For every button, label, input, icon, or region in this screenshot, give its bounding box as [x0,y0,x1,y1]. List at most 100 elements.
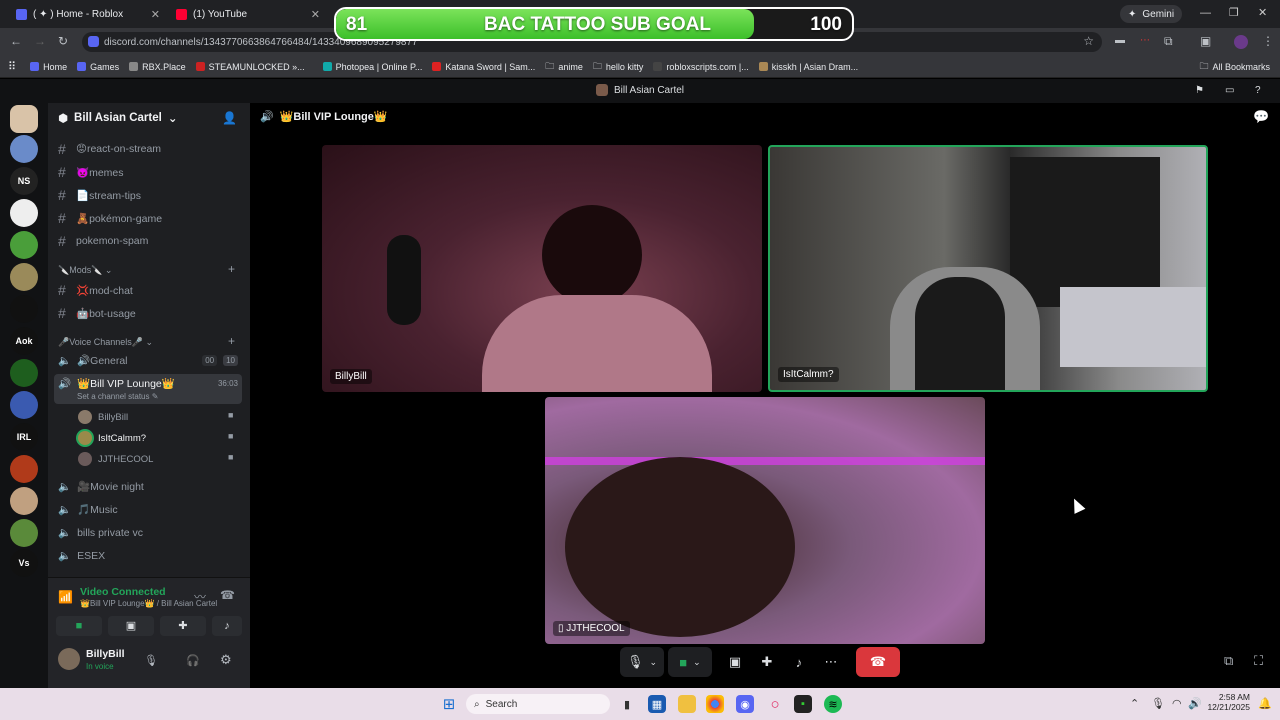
soundboard-button[interactable]: ♪ [212,616,242,636]
maximize-icon[interactable]: ❐ [1229,6,1239,19]
store-icon[interactable]: ▦ [648,695,666,713]
add-channel-icon[interactable]: + [228,262,235,276]
wifi-icon[interactable]: ◠ [1172,697,1182,710]
bookmark-item[interactable]: kisskh | Asian Dram... [758,62,858,72]
add-member-icon[interactable]: 👤 [222,111,237,125]
extension-icon[interactable]: ▬ [1115,35,1125,46]
voice-user[interactable]: IsItCalmm? [78,431,146,445]
chevron-down-icon[interactable]: ⌄ [649,657,657,668]
close-icon[interactable]: ✕ [311,8,320,21]
clock[interactable]: 2:58 AM 12/21/2025 [1204,692,1250,712]
chrome-icon[interactable] [706,695,724,713]
bookmark-item[interactable]: robloxscripts.com |... [653,62,749,72]
category-voice[interactable]: 🎤Voice Channels🎤 ⌄ [58,337,153,348]
server-header[interactable]: ⬢ Bill Asian Cartel ⌄ [58,111,177,125]
add-channel-icon[interactable]: + [228,334,235,348]
chevron-up-icon[interactable]: ⌃ [1130,697,1139,710]
mic-app-icon[interactable]: ▮ [618,695,636,713]
voice-channel-general[interactable]: 🔈 🔊General 00 10 [58,354,238,367]
voice-channel-item[interactable]: 🔈 ESEX [58,549,105,563]
star-icon[interactable]: ☆ [1083,34,1094,48]
help-icon[interactable]: ? [1255,79,1261,103]
fullscreen-icon[interactable]: ⛶ [1254,653,1263,669]
bookmark-item[interactable]: Home [30,62,67,72]
spotify-icon[interactable]: ≋ [824,695,842,713]
discord-icon[interactable]: ◉ [736,695,754,713]
forward-icon[interactable]: → [34,34,46,48]
extension-red-icon[interactable]: ⋯ [1140,35,1150,46]
camera-button[interactable]: ■ ⌄ [668,647,712,677]
server-icon[interactable] [10,295,38,323]
server-icon[interactable] [10,199,38,227]
soundboard-button[interactable]: ♪ [786,647,812,677]
channel-item[interactable]: # 💢mod-chat [58,282,133,298]
channel-item[interactable]: # 🧸pokémon-game [58,210,162,226]
gemini-button[interactable]: ✦ Gemini [1120,5,1183,23]
folder-icon[interactable] [678,695,696,713]
headphones-icon[interactable]: 🎧 [186,654,200,667]
bookmark-folder[interactable]: 🗀 hello kitty [593,59,644,75]
all-bookmarks[interactable]: 🗀 All Bookmarks [1199,59,1270,75]
app-icon[interactable]: ▪ [794,695,812,713]
notification-icon[interactable]: 🔔 [1258,697,1272,710]
chat-icon[interactable]: 💬 [1253,109,1269,125]
apps-icon[interactable]: ⠿ [8,60,16,73]
puzzle-icon[interactable]: ⧉ [1164,34,1173,49]
server-icon[interactable] [10,391,38,419]
voice-channel-item[interactable]: 🔈 🎵Music [58,503,118,516]
server-icon[interactable] [10,519,38,547]
bookmark-item[interactable]: Games [77,62,119,72]
channel-item[interactable]: # 🤖bot-usage [58,305,136,321]
chevron-down-icon[interactable]: ⌄ [693,657,701,668]
voice-channel-vip[interactable]: 🔊 👑Bill VIP Lounge👑 36:03 [58,377,238,390]
microphone-icon[interactable]: 🎙 [144,654,158,667]
server-icon[interactable] [10,455,38,483]
noise-suppression-icon[interactable]: 〰 [194,588,206,605]
channel-item[interactable]: # 📄stream-tips [58,187,141,203]
close-icon[interactable]: ✕ [151,8,160,21]
video-tile[interactable]: ▯ JJTHECOOL [545,397,985,644]
inbox-icon[interactable]: ▭ [1225,79,1234,103]
screenshare-button[interactable]: ▣ [722,647,748,677]
voice-channel-item[interactable]: 🔈 bills private vc [58,526,143,540]
popout-icon[interactable]: ⧉ [1224,653,1233,669]
server-icon[interactable]: Vs [10,549,38,577]
back-icon[interactable]: ← [10,34,22,48]
more-button[interactable]: ⋯ [818,647,844,677]
sidepanel-icon[interactable]: ▣ [1200,34,1211,48]
bookmark-item[interactable]: Photopea | Online P... [322,62,422,72]
video-tile[interactable]: BillyBill [322,145,762,392]
server-icon[interactable] [10,263,38,291]
activities-button[interactable]: ✚ [754,647,780,677]
flag-icon[interactable]: ⚑ [1195,79,1204,103]
microphone-icon[interactable]: 🎙 [1151,697,1165,710]
disconnect-icon[interactable]: ☎ [220,588,235,602]
server-icon[interactable] [10,487,38,515]
tab-youtube[interactable]: (1) YouTube ✕ [168,3,328,25]
bookmark-folder[interactable]: 🗀 anime [545,59,583,75]
server-icon[interactable]: IRL [10,423,38,451]
channel-status[interactable]: Set a channel status ✎ [77,392,158,401]
reload-icon[interactable]: ↻ [58,34,68,48]
start-icon[interactable]: ⊞ [440,695,458,713]
voice-user[interactable]: JJTHECOOL [78,452,153,466]
mute-button[interactable]: 🎙 ⌄ [620,647,664,677]
bookmark-item[interactable]: RBX.Place [129,62,186,72]
video-button[interactable]: ■ [56,616,102,636]
server-icon[interactable] [10,135,38,163]
opera-icon[interactable]: ○ [766,695,784,713]
gear-icon[interactable]: ⚙ [220,652,232,668]
channel-item[interactable]: # pokemon-spam [58,233,148,249]
category-mods[interactable]: 🔪Mods🔪 ⌄ [58,265,112,276]
leave-call-button[interactable]: ☎ [856,647,900,677]
server-icon[interactable]: Aok [10,327,38,355]
server-icon[interactable] [10,105,38,133]
avatar[interactable] [58,648,80,670]
channel-item[interactable]: # 👿memes [58,164,124,180]
volume-icon[interactable]: 🔊 [1188,697,1202,710]
video-tile-speaking[interactable]: IsItCalmm? [768,145,1208,392]
bookmark-item[interactable]: STEAMUNLOCKED »... [195,62,305,72]
profile-avatar[interactable] [1234,35,1248,49]
channel-item[interactable]: # 😡react-on-stream [58,141,161,157]
voice-user[interactable]: BillyBill [78,410,128,424]
